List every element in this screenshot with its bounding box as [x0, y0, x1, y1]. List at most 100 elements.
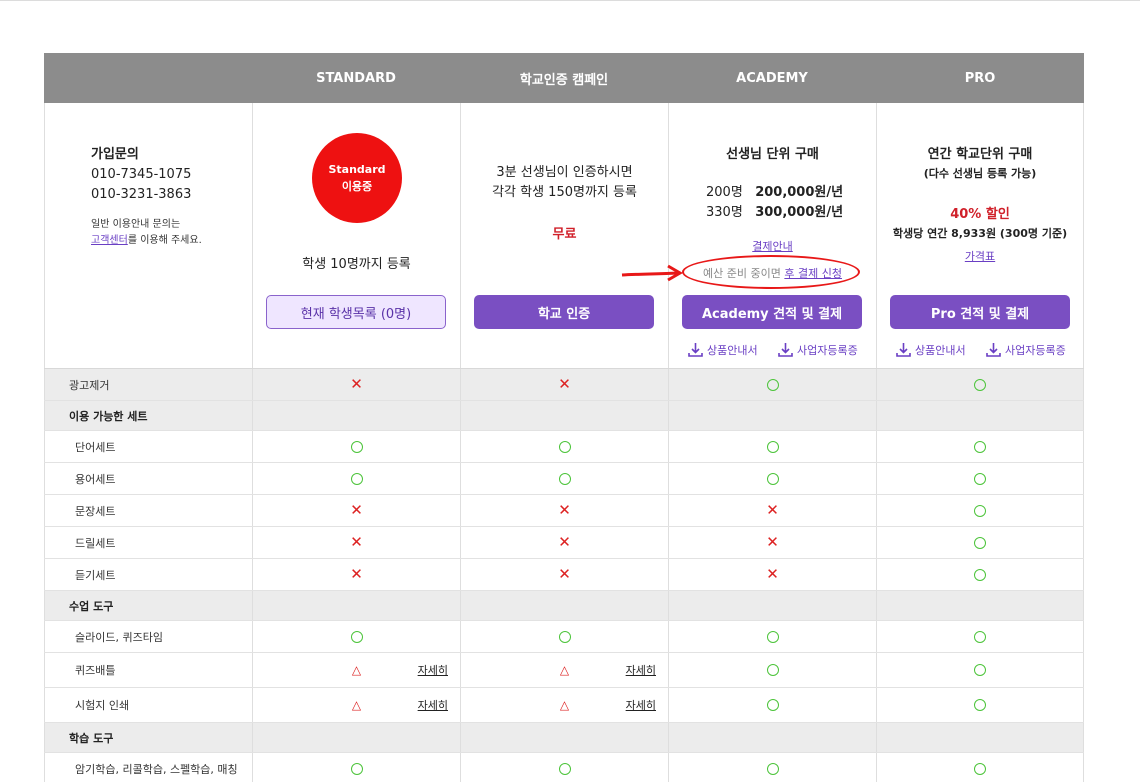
- feature-cell: [460, 431, 668, 462]
- feature-cell: [876, 653, 1084, 687]
- feature-cell: [876, 591, 1084, 620]
- feature-cell: [876, 463, 1084, 494]
- available-circle-icon: [350, 472, 363, 485]
- feature-row: 광고제거 ✕ ✕: [44, 369, 1084, 401]
- pro-license-label: 사업자등록증: [1005, 343, 1066, 357]
- feature-cell: [252, 463, 460, 494]
- feature-cell: [460, 753, 668, 782]
- feature-cell: [876, 688, 1084, 722]
- pricing-table: STANDARD 학교인증 캠페인 ACADEMY PRO 가입문의 010-7…: [44, 53, 1084, 782]
- contact-note: 일반 이용안내 문의는 고객센터를 이용해 주세요.: [91, 217, 202, 249]
- unavailable-x-icon: ✕: [558, 501, 571, 519]
- header-standard: STANDARD: [316, 70, 396, 86]
- available-circle-icon: [974, 664, 986, 676]
- feature-cell: [876, 723, 1084, 752]
- feature-cell: [252, 431, 460, 462]
- detail-link[interactable]: 자세히: [418, 697, 448, 713]
- student-list-button[interactable]: 현재 학생목록 (0명): [266, 295, 446, 329]
- pro-column: 연간 학교단위 구매 (다수 선생님 등록 가능) 40% 할인 학생당 연간 …: [876, 103, 1084, 368]
- unavailable-x-icon: ✕: [766, 565, 779, 583]
- badge-line-1: Standard: [328, 163, 386, 176]
- feature-cell: △ 자세히: [460, 653, 668, 687]
- feature-cell: [252, 621, 460, 652]
- standard-desc: 학생 10명까지 등록: [302, 257, 411, 272]
- feature-row: 이용 가능한 세트: [44, 401, 1084, 431]
- available-circle-icon: [766, 630, 779, 643]
- feature-row: 시험지 인쇄 △ 자세히 △ 자세히: [44, 688, 1084, 723]
- academy-title: 선생님 단위 구매: [726, 147, 819, 162]
- detail-link[interactable]: 자세히: [626, 697, 656, 713]
- feature-cell: ✕: [460, 559, 668, 590]
- academy-brochure-label: 상품안내서: [707, 343, 758, 357]
- plan2-count: 330명: [706, 205, 743, 220]
- academy-license-download[interactable]: 사업자등록증: [777, 341, 858, 358]
- academy-column: 선생님 단위 구매 200명 200,000원/년 330명 300,000원/…: [668, 103, 876, 368]
- feature-cell: [460, 621, 668, 652]
- feature-cell: ✕: [252, 495, 460, 526]
- feature-row: 슬라이드, 퀴즈타임: [44, 621, 1084, 653]
- detail-link[interactable]: 자세히: [626, 662, 656, 678]
- unavailable-x-icon: ✕: [350, 501, 363, 519]
- annotation-ellipse: [682, 255, 860, 289]
- feature-cell: [252, 753, 460, 782]
- available-circle-icon: [974, 536, 986, 549]
- feature-cell: [252, 723, 460, 752]
- download-icon: [778, 343, 793, 357]
- academy-quote-button[interactable]: Academy 견적 및 결제: [682, 295, 862, 329]
- feature-cell: ✕: [668, 559, 876, 590]
- feature-cell: ✕: [252, 559, 460, 590]
- unavailable-x-icon: ✕: [558, 565, 571, 583]
- feature-cell: [668, 688, 876, 722]
- pro-quote-button[interactable]: Pro 견적 및 결제: [890, 295, 1070, 329]
- available-circle-icon: [974, 472, 986, 485]
- feature-cell: ✕: [668, 495, 876, 526]
- available-circle-icon: [558, 440, 571, 453]
- feature-cell: ✕: [460, 369, 668, 400]
- feature-label: 퀴즈배틀: [44, 653, 252, 687]
- payment-guide-link[interactable]: 결제안내: [752, 240, 792, 253]
- feature-cell: [668, 591, 876, 620]
- unavailable-x-icon: ✕: [350, 375, 363, 393]
- available-circle-icon: [766, 472, 779, 485]
- header-pro: PRO: [964, 70, 996, 86]
- pro-license-download[interactable]: 사업자등록증: [985, 341, 1066, 358]
- unavailable-x-icon: ✕: [350, 565, 363, 583]
- available-circle-icon: [974, 630, 986, 643]
- feature-cell: [876, 753, 1084, 782]
- detail-link[interactable]: 자세히: [418, 662, 448, 678]
- header-empty: [44, 53, 252, 103]
- available-circle-icon: [558, 762, 571, 775]
- feature-cell: ✕: [252, 527, 460, 558]
- campaign-price: 무료: [552, 227, 577, 242]
- price-table-link[interactable]: 가격표: [965, 250, 995, 263]
- academy-brochure-download[interactable]: 상품안내서: [687, 341, 758, 358]
- unavailable-x-icon: ✕: [558, 533, 571, 551]
- feature-cell: [876, 559, 1084, 590]
- pro-title: 연간 학교단위 구매: [927, 147, 1033, 162]
- available-circle-icon: [974, 762, 986, 775]
- customer-center-link[interactable]: 고객센터: [91, 235, 128, 246]
- feature-cell: [876, 495, 1084, 526]
- feature-cell: △ 자세히: [252, 688, 460, 722]
- available-circle-icon: [974, 378, 986, 391]
- feature-label: 문장세트: [44, 495, 252, 526]
- available-circle-icon: [974, 440, 986, 453]
- feature-row: 용어세트: [44, 463, 1084, 495]
- contact-column: 가입문의 010-7345-1075 010-3231-3863 일반 이용안내…: [44, 103, 252, 368]
- feature-cell: [252, 401, 460, 430]
- header-campaign: 학교인증 캠페인: [519, 72, 609, 88]
- feature-cell: [460, 591, 668, 620]
- badge-line-2: 이용중: [341, 180, 373, 193]
- feature-label: 수업 도구: [44, 591, 252, 620]
- unavailable-x-icon: ✕: [558, 375, 571, 393]
- available-circle-icon: [766, 378, 779, 391]
- pro-brochure-download[interactable]: 상품안내서: [895, 341, 966, 358]
- feature-row: 수업 도구: [44, 591, 1084, 621]
- plan1-count: 200명: [706, 185, 743, 200]
- contact-phone-1: 010-7345-1075: [91, 167, 192, 182]
- school-verify-button[interactable]: 학교 인증: [474, 295, 654, 329]
- pro-discount: 40% 할인: [950, 207, 1010, 222]
- plan2-price: 300,000원/년: [755, 205, 844, 220]
- contact-phone-2: 010-3231-3863: [91, 187, 192, 202]
- available-circle-icon: [766, 440, 779, 453]
